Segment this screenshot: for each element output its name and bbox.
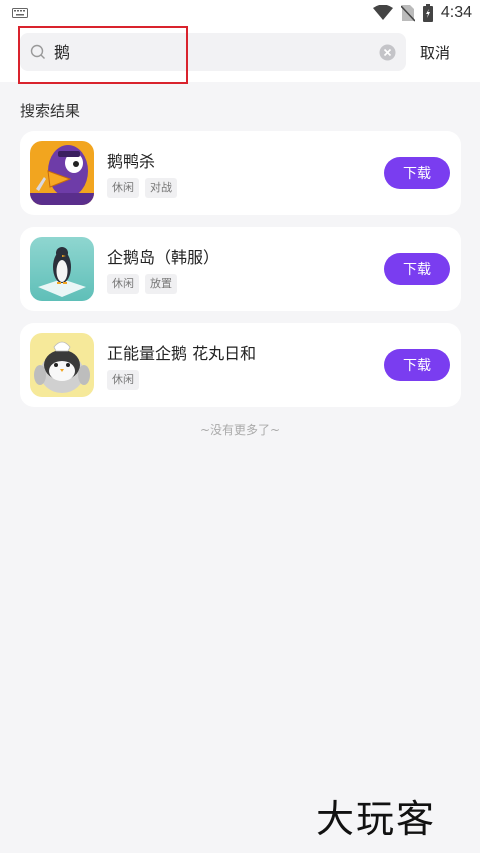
tag-list: 休闲 对战 xyxy=(107,178,177,198)
search-input[interactable] xyxy=(54,41,354,60)
app-name: 正能量企鹅 花丸日和 xyxy=(107,344,257,363)
app-name: 鹅鸭杀 xyxy=(107,152,156,171)
tag: 放置 xyxy=(145,274,177,294)
result-card[interactable]: 鹅鸭杀 休闲 对战 下载 xyxy=(20,131,461,215)
status-time: 4:34 xyxy=(440,4,472,21)
download-button[interactable]: 下载 xyxy=(384,349,450,381)
download-button[interactable]: 下载 xyxy=(384,157,450,189)
tag: 对战 xyxy=(145,178,177,198)
result-card[interactable]: 企鹅岛（韩服） 休闲 放置 下载 xyxy=(20,227,461,311)
positive-penguin-app-icon[interactable] xyxy=(30,333,94,397)
no-sim-icon xyxy=(400,5,415,22)
clear-icon[interactable] xyxy=(379,44,396,61)
tag: 休闲 xyxy=(107,274,139,294)
tag-list: 休闲 放置 xyxy=(107,274,177,294)
search-icon xyxy=(30,44,45,59)
keyboard-icon xyxy=(12,8,28,18)
result-card[interactable]: 正能量企鹅 花丸日和 休闲 下载 xyxy=(20,323,461,407)
results-title: 搜索结果 xyxy=(20,102,81,120)
no-more-text: ~没有更多了~ xyxy=(199,423,281,437)
download-button[interactable]: 下载 xyxy=(384,253,450,285)
status-bar: 4:34 xyxy=(0,0,480,26)
goose-duck-app-icon[interactable] xyxy=(30,141,94,205)
app-name: 企鹅岛（韩服） xyxy=(107,248,220,267)
tag-list: 休闲 xyxy=(107,370,139,390)
search-bar[interactable] xyxy=(20,33,406,71)
watermark-logo: 大玩客 xyxy=(316,797,437,841)
cancel-button[interactable]: 取消 xyxy=(420,42,450,63)
penguin-island-app-icon[interactable] xyxy=(30,237,94,301)
battery-icon xyxy=(422,4,433,22)
wifi-icon xyxy=(372,5,393,20)
search-header: 取消 xyxy=(0,26,480,84)
tag: 休闲 xyxy=(107,178,139,198)
tag: 休闲 xyxy=(107,370,139,390)
